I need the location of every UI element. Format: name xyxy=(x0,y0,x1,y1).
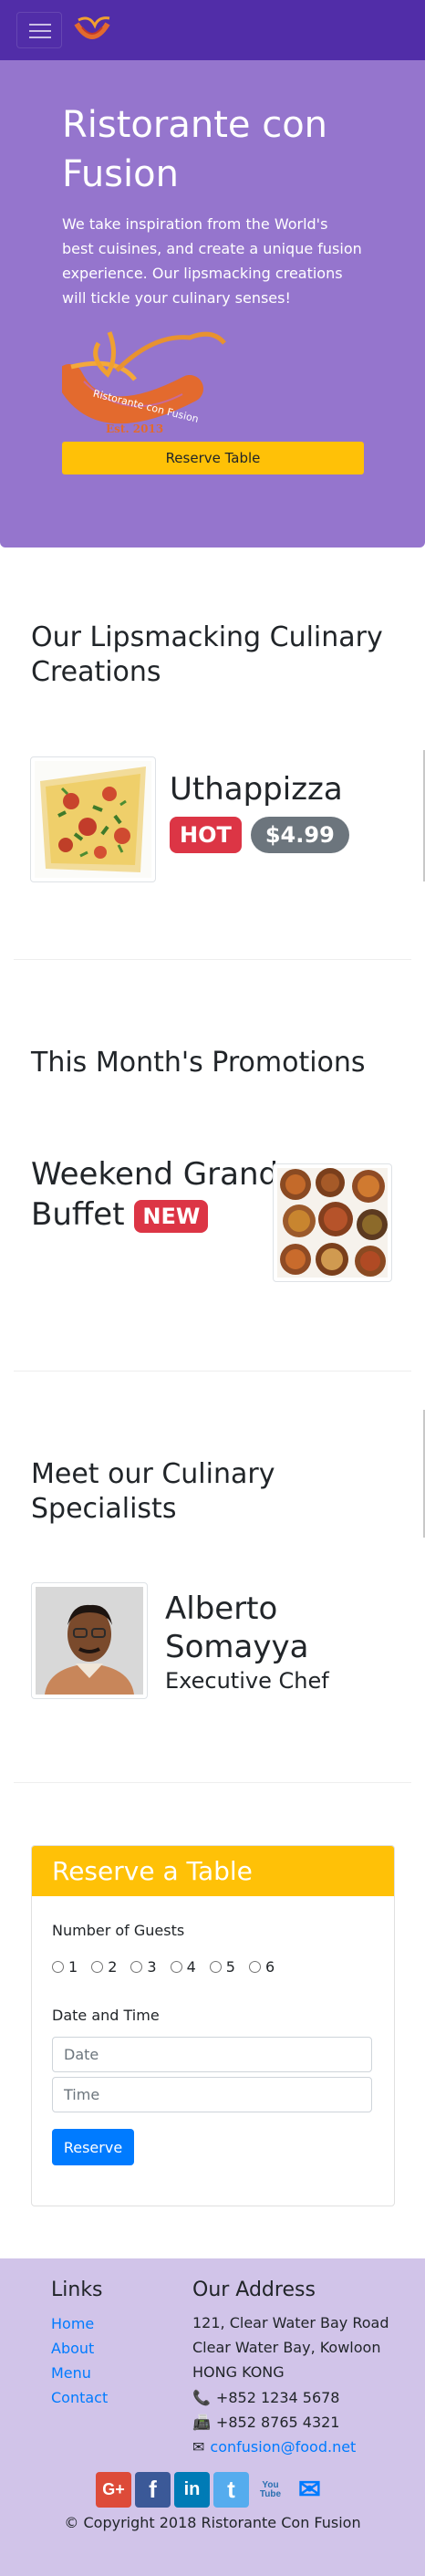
guest-option-4[interactable]: 4 xyxy=(170,1958,196,1976)
section-heading: Our Lipsmacking Culinary Creations xyxy=(31,621,383,688)
google-plus-icon[interactable]: G+ xyxy=(96,2472,131,2508)
fax-icon: 📠 xyxy=(192,2414,211,2431)
guest-option-3[interactable]: 3 xyxy=(130,1958,157,1976)
guest-option-5[interactable]: 5 xyxy=(209,1958,235,1976)
promotion-image xyxy=(273,1163,392,1282)
footer-address-heading: Our Address xyxy=(192,2279,316,2301)
fax-number: +852 8765 4321 xyxy=(215,2414,340,2431)
phone-number: +852 1234 5678 xyxy=(215,2389,340,2406)
phone-row: 📞 +852 1234 5678 xyxy=(192,2389,339,2406)
guests-radio-group: 1 2 3 4 5 6 xyxy=(52,1958,275,1976)
datetime-label: Date and Time xyxy=(52,2007,160,2024)
price-badge: $4.99 xyxy=(250,817,349,853)
promotion-section: This Month's Promotions Weekend Grand Bu… xyxy=(14,960,411,1371)
phone-icon: 📞 xyxy=(192,2389,211,2406)
twitter-icon[interactable]: t xyxy=(213,2472,249,2508)
hamburger-icon xyxy=(29,30,51,32)
new-badge: NEW xyxy=(134,1199,209,1233)
email-row: ✉ confusion@food.net xyxy=(192,2438,356,2456)
footer-link-home[interactable]: Home xyxy=(51,2315,94,2332)
logo-established-text: Est. 2013 xyxy=(106,422,163,435)
footer-link-contact[interactable]: Contact xyxy=(51,2389,108,2406)
radio-button[interactable] xyxy=(130,1961,143,1973)
radio-button[interactable] xyxy=(209,1961,222,1973)
footer-link-about[interactable]: About xyxy=(51,2340,94,2357)
footer-links-heading: Links xyxy=(51,2279,103,2301)
dish-image xyxy=(30,756,156,882)
email-link[interactable]: confusion@food.net xyxy=(210,2438,356,2456)
reserve-submit-button[interactable]: Reserve xyxy=(52,2129,134,2165)
featured-dish-section: Our Lipsmacking Culinary Creations Uthap… xyxy=(14,548,425,960)
navbar xyxy=(0,0,425,60)
radio-button[interactable] xyxy=(248,1961,261,1973)
section-heading: Meet our Culinary Specialists xyxy=(31,1458,275,1525)
youtube-icon[interactable]: You Tube xyxy=(253,2472,288,2508)
leader-designation: Executive Chef xyxy=(165,1668,329,1694)
guests-label: Number of Guests xyxy=(52,1922,185,1939)
guest-option-6[interactable]: 6 xyxy=(248,1958,275,1976)
time-input[interactable]: Time xyxy=(52,2077,372,2112)
hamburger-icon xyxy=(29,24,51,26)
social-links: G+ f in t You Tube ✉ xyxy=(96,2472,327,2508)
envelope-icon: ✉ xyxy=(192,2438,205,2456)
copyright-text: © Copyright 2018 Ristorante Con Fusion xyxy=(64,2514,361,2531)
date-input[interactable]: Date xyxy=(52,2037,372,2072)
promotion-name: Weekend Grand Buffet NEW xyxy=(31,1156,279,1233)
hamburger-icon xyxy=(29,37,51,38)
leader-name: Alberto Somayya xyxy=(165,1590,309,1665)
guest-option-1[interactable]: 1 xyxy=(52,1958,78,1976)
reserve-card-title: Reserve a Table xyxy=(32,1846,394,1896)
restaurant-logo-icon: Ristorante con Fusion Est. 2013 xyxy=(62,331,226,435)
navbar-toggler-button[interactable] xyxy=(16,12,62,48)
address-line-2: Clear Water Bay, Kowloon xyxy=(192,2339,381,2356)
radio-button[interactable] xyxy=(52,1961,64,1973)
radio-button[interactable] xyxy=(91,1961,104,1973)
brand-logo-icon[interactable] xyxy=(71,13,113,46)
fax-row: 📠 +852 8765 4321 xyxy=(192,2414,339,2431)
guest-option-2[interactable]: 2 xyxy=(91,1958,117,1976)
facebook-icon[interactable]: f xyxy=(135,2472,171,2508)
brand-title: Ristorante con Fusion xyxy=(62,104,328,195)
linkedin-icon[interactable]: in xyxy=(174,2472,210,2508)
address-line-3: HONG KONG xyxy=(192,2363,285,2381)
reserve-table-card: Reserve a Table Number of Guests 1 2 3 4… xyxy=(31,1845,395,2206)
dish-name: Uthappizza xyxy=(170,771,343,808)
section-heading: This Month's Promotions xyxy=(31,1047,366,1079)
mail-icon[interactable]: ✉ xyxy=(292,2472,327,2508)
radio-button[interactable] xyxy=(170,1961,182,1973)
leader-photo xyxy=(31,1582,148,1699)
jumbotron: Ristorante con Fusion We take inspiratio… xyxy=(0,60,425,548)
brand-tagline: We take inspiration from the World's bes… xyxy=(62,215,362,307)
reserve-table-button[interactable]: Reserve Table xyxy=(62,442,364,475)
leader-section: Meet our Culinary Specialists Alberto So… xyxy=(14,1371,425,1783)
footer-link-menu[interactable]: Menu xyxy=(51,2364,91,2382)
address-line-1: 121, Clear Water Bay Road xyxy=(192,2314,389,2331)
hot-badge: HOT xyxy=(170,817,242,853)
